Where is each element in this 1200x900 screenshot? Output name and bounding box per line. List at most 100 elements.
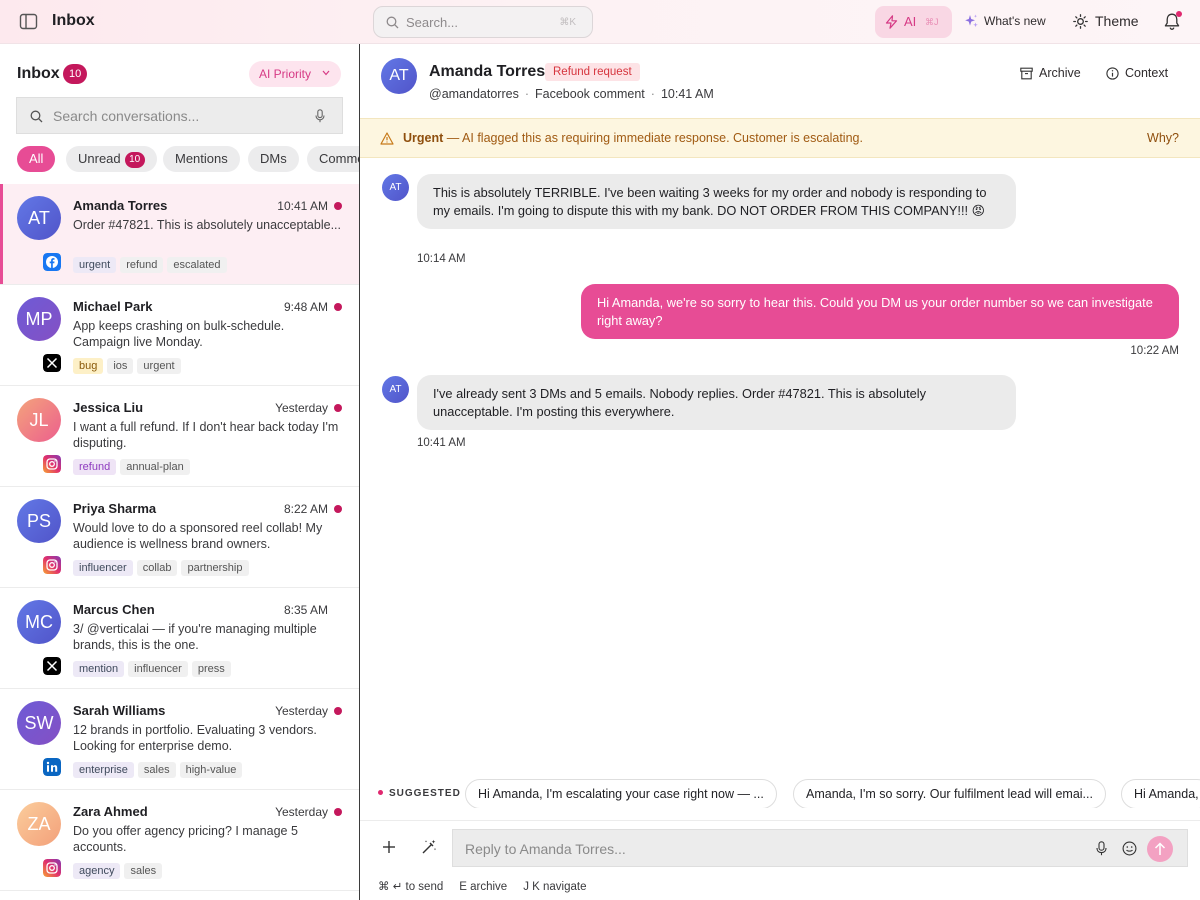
unread-dot — [334, 404, 342, 412]
instagram-icon — [43, 859, 61, 877]
message-thread: AT This is absolutely TERRIBLE. I've bee… — [360, 159, 1200, 779]
tag: escalated — [167, 257, 227, 273]
conversation-item[interactable]: AT Amanda Torres 10:41 AM Order #47821. … — [0, 184, 359, 285]
shortcut-send: ⌘ ↵ to send — [378, 881, 444, 893]
contact-name: Michael Park — [73, 299, 153, 314]
archive-label: Archive — [1039, 66, 1081, 80]
suggested-label: SUGGESTED — [389, 788, 461, 799]
filter-chip-unread[interactable]: Unread 10 — [66, 146, 157, 172]
tag-list: enterprise sales high-value — [73, 761, 246, 778]
conversation-item[interactable]: MP Michael Park 9:48 AM App keeps crashi… — [0, 285, 359, 386]
emoji-icon[interactable] — [1122, 841, 1137, 856]
contact-meta: @amandatorres · Facebook comment · 10:41 AM — [429, 87, 714, 101]
filter-chip-all[interactable]: All — [17, 146, 56, 172]
instagram-icon — [43, 556, 61, 574]
suggested-reply[interactable]: Hi Amanda, — [1121, 779, 1200, 808]
unread-dot — [334, 505, 342, 513]
timestamp: Yesterday — [275, 401, 328, 415]
filter-chip-label: Unread — [78, 151, 121, 166]
conversation-item[interactable]: MC Marcus Chen 8:35 AM 3/ @verticalai — … — [0, 588, 359, 689]
avatar: AT — [17, 196, 61, 240]
keyboard-shortcuts: ⌘ ↵ to send E archive J K navigate — [378, 879, 602, 893]
message-avatar: AT — [382, 174, 409, 201]
contact-name: Priya Sharma — [73, 501, 157, 516]
filter-chip-label: Comments — [319, 151, 359, 166]
avatar: MC — [17, 600, 61, 644]
alert-text: — AI flagged this as requiring immediate… — [446, 131, 863, 145]
ai-priority-dropdown[interactable]: AI Priority — [249, 61, 341, 87]
ai-priority-label: AI Priority — [259, 67, 312, 81]
conversation-item[interactable]: ZA Zara Ahmed Yesterday Do you offer age… — [0, 790, 359, 891]
sidebar-title: Inbox — [17, 65, 60, 82]
notification-dot — [1176, 11, 1182, 17]
whats-new-label: What's new — [984, 14, 1046, 28]
conversation-item[interactable]: JL Jessica Liu Yesterday I want a full r… — [0, 386, 359, 487]
arrow-up-icon — [1154, 842, 1166, 855]
avatar: ZA — [17, 802, 61, 846]
lightning-icon — [885, 15, 898, 29]
reply-input[interactable] — [465, 839, 1065, 859]
shortcut-navigate: J K navigate — [523, 881, 587, 893]
tag: influencer — [128, 661, 188, 677]
tag: enterprise — [73, 762, 134, 778]
tag: ios — [107, 358, 134, 374]
tag: annual-plan — [120, 459, 190, 475]
unread-dot — [334, 808, 342, 816]
search-icon — [30, 110, 43, 123]
message-preview: Would love to do a sponsored reel collab… — [73, 521, 323, 551]
magic-wand-icon[interactable] — [421, 839, 437, 855]
conversation-panel: AT Amanda Torres Refund request @amandat… — [360, 44, 1200, 900]
sidebar-toggle-icon[interactable] — [19, 12, 38, 31]
linkedin-icon — [43, 758, 61, 776]
contact-name-header: Amanda Torres — [429, 63, 546, 80]
notifications-button[interactable] — [1163, 11, 1182, 31]
conversation-search-input[interactable] — [53, 106, 303, 126]
send-button[interactable] — [1147, 836, 1173, 862]
shortcut-archive: E archive — [459, 881, 508, 893]
contact-handle: @amandatorres — [429, 87, 519, 101]
message-preview: App keeps crashing on bulk-schedule. Cam… — [73, 319, 285, 349]
filter-chip-comments[interactable]: Comments — [307, 146, 359, 172]
microphone-icon[interactable] — [315, 109, 325, 123]
contact-time: 10:41 AM — [660, 87, 714, 101]
suggested-dot — [378, 790, 383, 795]
contact-name: Marcus Chen — [73, 602, 155, 617]
search-icon — [386, 16, 399, 29]
microphone-icon[interactable] — [1096, 841, 1107, 856]
timestamp: 8:22 AM — [283, 502, 328, 516]
tag: collab — [136, 560, 178, 576]
conversation-item[interactable]: SW Sarah Williams Yesterday 12 brands in… — [0, 689, 359, 790]
suggested-reply[interactable]: Hi Amanda, I'm escalating your case righ… — [465, 779, 777, 808]
incoming-message: This is absolutely TERRIBLE. I've been w… — [417, 174, 1016, 229]
message-time: 10:14 AM — [417, 253, 466, 265]
contact-name: Sarah Williams — [73, 703, 166, 718]
timestamp: 9:48 AM — [283, 300, 328, 314]
conversation-item[interactable]: PS Priya Sharma 8:22 AM Would love to do… — [0, 487, 359, 588]
tag: sales — [137, 762, 176, 778]
app-title: Inbox — [52, 12, 95, 29]
inbox-count-badge: 10 — [63, 64, 88, 84]
tag: influencer — [73, 560, 133, 576]
filter-chip-mentions[interactable]: Mentions — [163, 146, 240, 172]
timestamp: Yesterday — [275, 805, 328, 819]
filter-chip-dms[interactable]: DMs — [248, 146, 299, 172]
contact-avatar: AT — [381, 58, 417, 94]
global-search[interactable]: Search... ⌘K — [373, 6, 593, 38]
reply-composer: ⌘ ↵ to send E archive J K navigate — [360, 820, 1200, 900]
warning-icon — [380, 132, 394, 145]
tag: press — [191, 661, 231, 677]
tag: high-value — [179, 762, 243, 778]
archive-icon — [1020, 67, 1033, 80]
unread-dot — [334, 707, 342, 715]
contact-name: Jessica Liu — [73, 400, 144, 415]
plus-icon[interactable] — [381, 839, 397, 855]
suggested-reply[interactable]: Amanda, I'm so sorry. Our fulfilment lea… — [793, 779, 1106, 808]
filter-chip-label: Mentions — [175, 151, 228, 166]
ai-button[interactable]: AI ⌘J — [875, 6, 952, 38]
x-icon — [43, 657, 61, 675]
why-link[interactable]: Why? — [1147, 131, 1179, 145]
message-preview: I want a full refund. If I don't hear ba… — [73, 420, 339, 450]
context-label: Context — [1125, 66, 1169, 80]
sun-icon — [1073, 14, 1088, 29]
tag-list: urgent refund escalated — [73, 256, 231, 273]
